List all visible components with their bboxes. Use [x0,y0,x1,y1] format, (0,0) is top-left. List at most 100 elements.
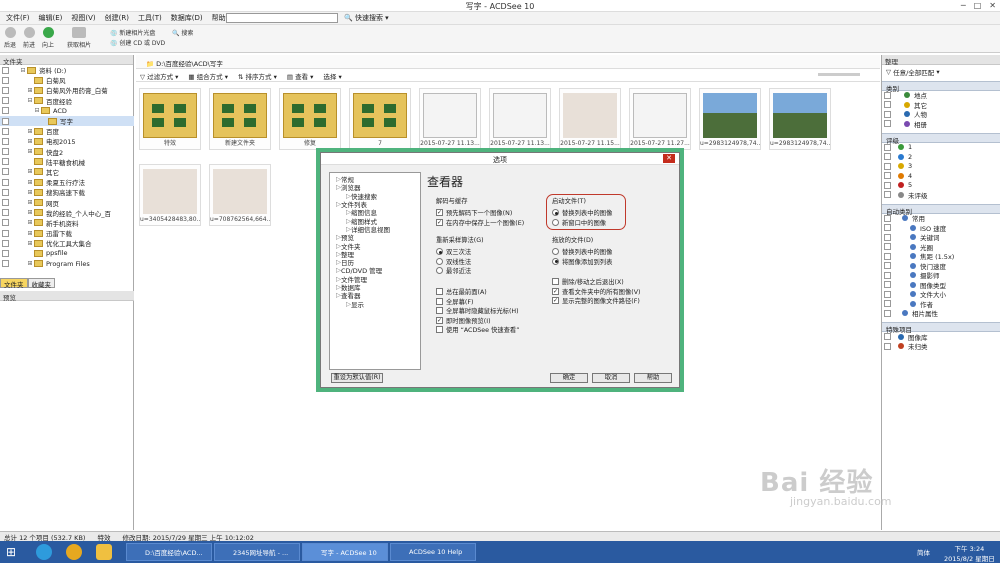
filter-button[interactable]: ▽ 过滤方式 ▾ [140,71,178,81]
organize-checkbox[interactable] [884,271,891,279]
zoom-slider[interactable] [818,73,860,76]
thumbnail[interactable]: 2015-07-27 11.15... [559,88,621,150]
menu-create[interactable]: 创建(R) [105,13,129,23]
dragged-replace-radio[interactable] [552,248,559,256]
organize-checkbox[interactable] [884,143,891,151]
tree-expander-icon[interactable]: ⊞ [26,87,34,94]
tree-row[interactable]: 陆平糖食机械 [0,157,134,167]
organize-checkbox[interactable] [884,300,891,308]
option-checkbox-row[interactable]: 使用 “ACDSee 快速查看” [436,325,520,335]
tree-expander-icon[interactable]: ⊞ [26,199,34,206]
tree-row[interactable]: ⊞ Program Files [0,259,134,269]
bilinear-option[interactable]: 双线性法 [436,257,484,267]
bicubic-radio[interactable] [436,248,443,256]
organize-item[interactable]: 光圈 [882,242,1000,252]
start-button[interactable]: ⊞ [6,545,20,559]
acquire-button[interactable]: 获取相片 [67,27,91,49]
select-button[interactable]: 选择 ▾ [323,71,341,81]
tree-row[interactable]: ⊞ 网页 [0,197,134,208]
tree-row[interactable]: ⊞ 优化工具大集合 [0,238,134,248]
tree-checkbox[interactable] [2,97,9,105]
tree-expander-icon[interactable]: ⊞ [26,240,34,247]
menu-edit[interactable]: 编辑(E) [39,13,63,23]
tree-row[interactable]: ⊞ 电视2015 [0,136,134,146]
organize-checkbox[interactable] [884,243,891,251]
organize-checkbox[interactable] [884,290,891,298]
organize-item[interactable]: 2 [882,152,1000,162]
reset-defaults-button[interactable]: 重设为默认值(R) [331,373,383,383]
forward-button[interactable]: 前进 [23,27,35,49]
close-icon[interactable]: ✕ [989,1,996,10]
tab-favorites[interactable]: 收藏夹 [27,278,55,289]
search-button[interactable]: 🔍 搜索 [172,28,193,37]
tree-row[interactable]: ⊟ 百度经验 [0,96,134,106]
quick-search-button[interactable]: 🔍 快速搜索 ▾ [344,13,389,23]
organize-item[interactable]: 4 [882,171,1000,181]
maximize-icon[interactable]: □ [974,1,982,10]
tree-checkbox[interactable] [2,86,9,94]
startup-new-window-radio[interactable] [552,218,559,226]
option-checkbox-row[interactable]: 全屏幕时隐藏鼠标光标(H) [436,306,520,316]
organize-item[interactable]: 相册 [882,119,1000,129]
dragged-add-radio[interactable] [552,257,559,265]
group-button[interactable]: ▦ 组合方式 ▾ [188,71,228,81]
thumbnail[interactable]: 2015-07-27 11.13... [489,88,551,150]
option-checkbox-row[interactable]: 总在最前面(A) [436,287,520,297]
organize-item[interactable]: 关键词 [882,233,1000,242]
cache-previous-checkbox[interactable]: ✓ [436,218,443,226]
organize-checkbox[interactable] [884,309,891,317]
startup-new-window-option[interactable]: 新窗口中的图像 [552,218,612,228]
tree-row[interactable]: ⊟ ACD [0,106,134,116]
ime-indicator[interactable]: 简体 [917,547,930,557]
cancel-button[interactable]: 取消 [592,373,630,383]
tree-checkbox[interactable] [2,117,9,125]
thumbnail[interactable]: u=2983124978,74... [699,88,761,150]
organize-checkbox[interactable] [884,262,891,270]
option-checkbox[interactable]: ✓ [552,297,559,305]
tree-row[interactable]: ⊟ 资料 (D:) [0,65,134,75]
quick-search-input[interactable] [226,13,338,23]
organize-item[interactable]: 文件大小 [882,290,1000,299]
option-checkbox[interactable]: ✓ [436,316,443,324]
tree-row[interactable]: 写字 [0,115,134,127]
tree-row[interactable]: ppsfile [0,248,134,258]
tree-expander-icon[interactable]: ⊞ [26,128,34,135]
tree-checkbox[interactable] [2,249,9,257]
thumbnail[interactable]: 7 [349,88,411,150]
options-tree-item[interactable]: ▷ 显示 [330,299,420,309]
bilinear-radio[interactable] [436,257,443,265]
thumbnail[interactable]: 2015-07-27 11.13... [419,88,481,150]
startup-replace-radio[interactable] [552,209,559,217]
organize-item[interactable]: 摄影师 [882,271,1000,280]
match-dropdown[interactable]: ▽ 任意/全部匹配 ▾ [882,67,1000,77]
tree-row[interactable]: ⊞ 百度 [0,126,134,136]
organize-item[interactable]: 图像类型 [882,280,1000,290]
tree-checkbox[interactable] [2,148,9,156]
tree-row[interactable]: ⊞ 白菊风外用药膏_白菊 [0,85,134,95]
clock[interactable]: 下午 3:24 2015/8/2 星期日 [944,543,995,563]
organize-checkbox[interactable] [884,91,891,99]
thumbnail[interactable]: u=2983124978,74... [769,88,831,150]
tree-checkbox[interactable] [2,209,9,217]
organize-checkbox[interactable] [884,191,891,199]
organize-item[interactable]: 图像库 [882,332,1000,342]
organize-item[interactable]: 相片属性 [882,309,1000,318]
tree-checkbox[interactable] [2,260,9,268]
ok-button[interactable]: 确定 [550,373,588,383]
option-checkbox[interactable] [436,288,443,296]
tree-expander-icon[interactable]: ⊞ [26,230,34,237]
tree-row[interactable]: ⊞ 搜狗高速下载 [0,187,134,197]
organize-checkbox[interactable] [884,281,891,289]
organize-checkbox[interactable] [884,153,891,161]
tree-checkbox[interactable] [2,76,9,84]
organize-checkbox[interactable] [884,181,891,189]
task-acdsee[interactable]: 写字 - ACDSee 10 [302,543,388,561]
tree-checkbox[interactable] [2,158,9,166]
tree-expander-icon[interactable]: ⊞ [26,189,34,196]
organize-item[interactable]: 其它 [882,100,1000,110]
menu-database[interactable]: 数据库(D) [171,13,203,23]
tree-expander-icon[interactable]: ⊞ [26,209,34,216]
tree-expander-icon[interactable]: ⊞ [26,219,34,226]
qq-icon[interactable] [66,544,82,560]
organize-checkbox[interactable] [884,162,891,170]
